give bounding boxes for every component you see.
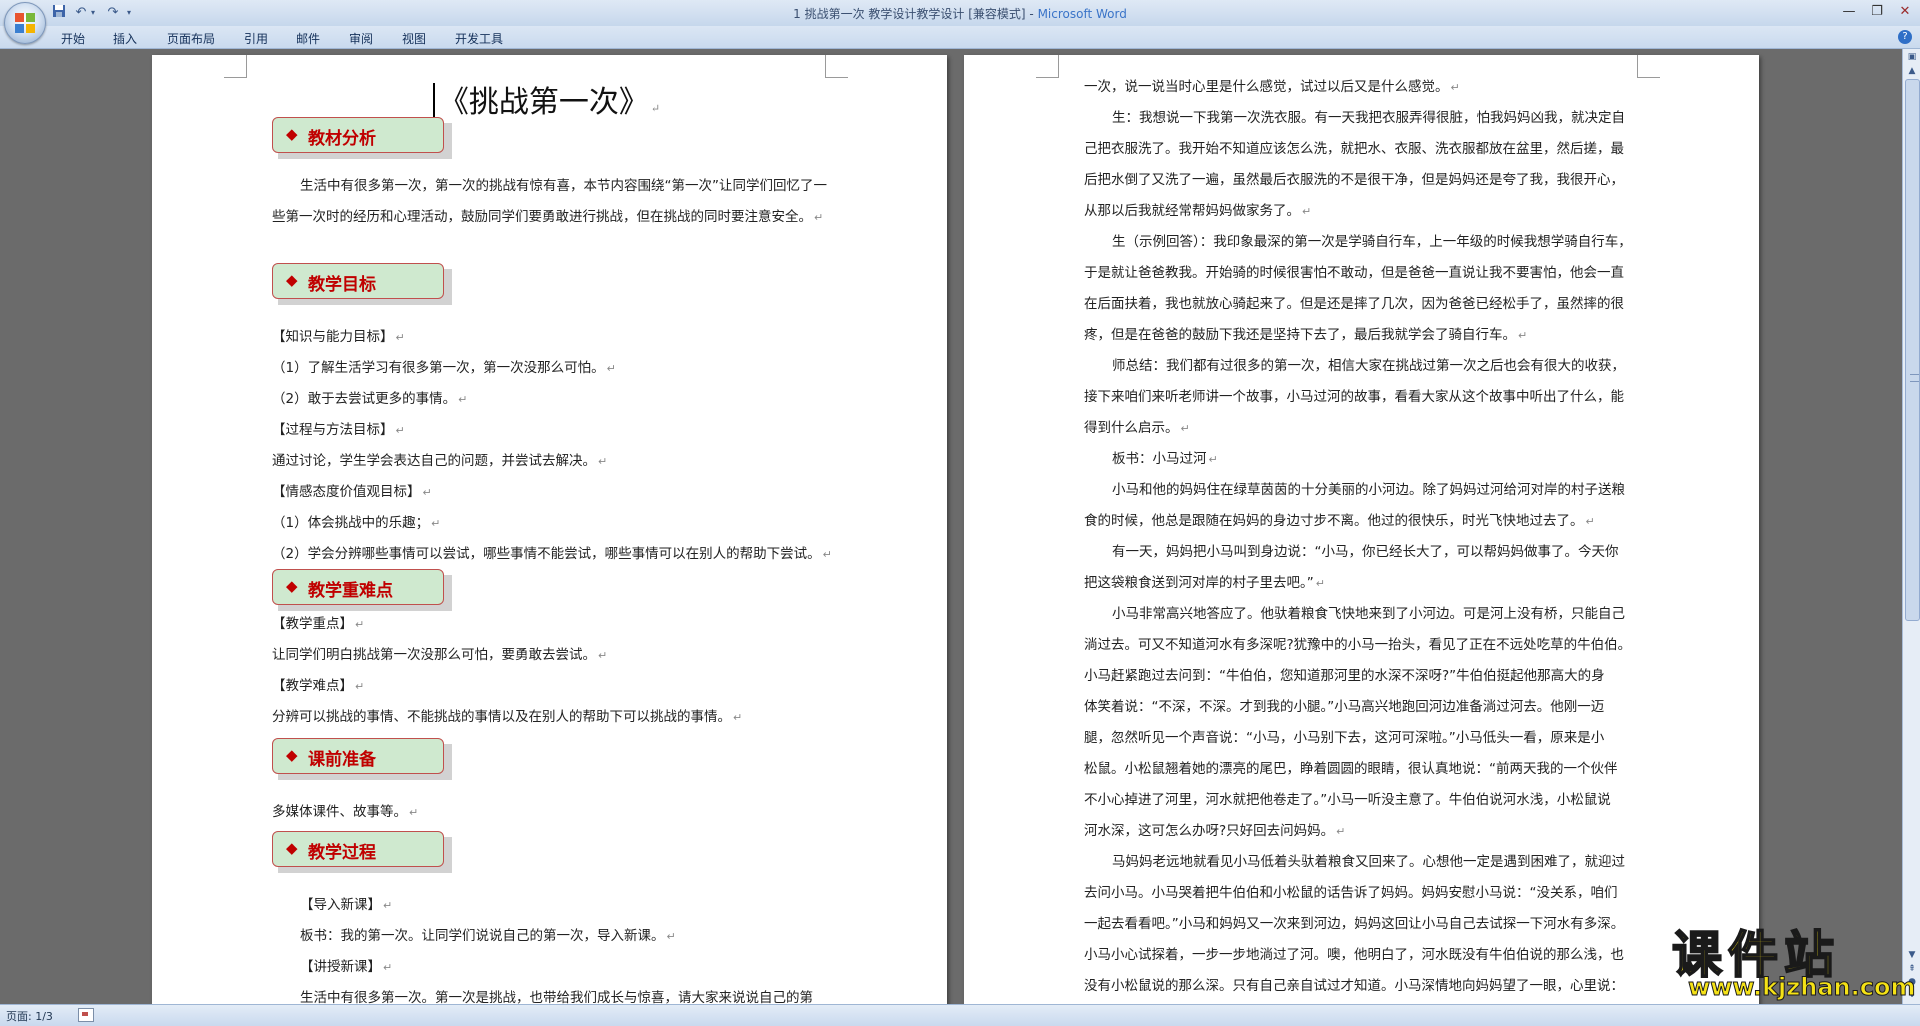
watermark-url: www.kjzhan.com [1687,973,1916,1002]
text-line: 把这袋粮食送到河对岸的村子里去吧。” ↵ [1084,575,1325,591]
goals-line: （1）了解生活学习有很多第一次，第一次没那么可怕。 ↵ [272,360,616,376]
process-line: 板书：我的第一次。让同学们说说自己的第一次，导入新课。 ↵ [300,928,676,944]
restore-icon[interactable]: ❐ [1864,2,1890,22]
diamond-bullet-icon: ◆ [286,746,298,764]
text-line: 河水深，这可怎么办呀?只好回去问妈妈。 ↵ [1084,823,1346,839]
goals-line: （2）敢于去尝试更多的事情。 ↵ [272,391,468,407]
tab-review[interactable]: 审阅 [349,30,373,47]
crop-mark [1637,55,1660,78]
text-line: 松鼠。小松鼠翘着她的漂亮的尾巴，睁着圆圆的眼睛，很认真地说：“前两天我的一个伙伴 [1084,761,1618,777]
tab-page-layout[interactable]: 页面布局 [167,30,215,47]
ribbon-tabs: 开始 插入 页面布局 引用 邮件 审阅 视图 开发工具 ? [0,26,1920,49]
document-heading: 《挑战第一次》 ↵ [438,85,661,120]
site-watermark: 课件站 www.kjzhan.com [1671,915,1916,1003]
goals-line: 【知识与能力目标】 ↵ [272,329,405,345]
goals-line: （1）体会挑战中的乐趣； ↵ [272,515,441,531]
app-name: Microsoft Word [1037,7,1127,21]
text-line: 生：我想说一下我第一次洗衣服。有一天我把衣服弄得很脏，怕我妈妈凶我，就决定自 [1112,110,1625,126]
text-line: 接下来咱们来听老师讲一个故事，小马过河的故事，看看大家从这个故事中听出了什么，能 [1084,389,1624,405]
text-line: 从那以后我就经常帮妈妈做家务了。 ↵ [1084,203,1312,219]
keypoints-line: 【教学重点】 ↵ [272,616,365,632]
title-bar: ↶ ▾ ↷ ▾ 1 挑战第一次 教学设计教学设计 [兼容模式] - Micros… [0,0,1920,44]
text-line: 板书：小马过河 ↵ [1112,451,1218,467]
section-heading-analysis: ◆ 教材分析 [272,117,452,159]
process-line: 生活中有很多第一次。第一次是挑战，也带给我们成长与惊喜，请大家来说说自己的第 [300,990,813,1004]
scroll-up-icon[interactable]: ▲ [1906,65,1918,77]
scrollbar-thumb[interactable] [1905,79,1920,621]
help-icon[interactable]: ? [1898,30,1912,44]
section-label: 教材分析 [308,129,376,149]
text-line: 得到什么启示。 ↵ [1084,420,1190,436]
text-line: 在后面扶着，我也就放心骑起来了。但是还是摔了几次，因为爸爸已经松手了，虽然摔的很 [1084,296,1624,312]
goals-line: 通过讨论，学生学会表达自己的问题，并尝试去解决。 ↵ [272,453,608,469]
office-button[interactable] [4,2,46,44]
ruler-toggle-icon[interactable]: ▣ [1906,51,1918,63]
office-logo-icon [15,13,35,33]
keypoints-line: 分辨可以挑战的事情、不能挑战的事情以及在别人的帮助下可以挑战的事情。 ↵ [272,709,743,725]
paragraph-analysis: 生活中有很多第一次，第一次的挑战有惊有喜，本节内容围绕“第一次”让同学们回忆了一… [272,178,827,225]
section-label: 教学目标 [308,275,376,295]
text-line: 小马赶紧跑过去问到：“牛伯伯，您知道那河里的水深不深呀?”牛伯伯挺起他那高大的身 [1084,668,1605,684]
text-line: 生（示例回答）：我印象最深的第一次是学骑自行车，上一年级的时候我想学骑自行车， [1112,234,1632,250]
tab-references[interactable]: 引用 [244,30,268,47]
section-heading-process: ◆ 教学过程 [272,831,452,873]
text-line: 一次，说一说当时心里是什么感觉，试过以后又是什么感觉。 ↵ [1084,79,1460,95]
text-line: 小马小心试探着，一步一步地淌过了河。噢，他明白了，河水既没有牛伯伯说的那么浅，也 [1084,947,1624,963]
text-line: 小马非常高兴地答应了。他驮着粮食飞快地来到了小河边。可是河上没有桥，只能自己 [1112,606,1625,622]
goals-line: 【过程与方法目标】 ↵ [272,422,405,438]
diamond-bullet-icon: ◆ [286,125,298,143]
window-title: 1 挑战第一次 教学设计教学设计 [兼容模式] - Microsoft Word [0,5,1920,22]
process-line: 【导入新课】 ↵ [300,897,393,913]
goals-line: 【情感态度价值观目标】 ↵ [272,484,432,500]
status-bar: 页面: 1/3 [0,1004,1920,1026]
text-line: 不小心掉进了河里，河水就把他卷走了。”小马一听没主意了。牛伯伯说河水浅，小松鼠说 [1084,792,1611,808]
crop-mark [1036,55,1059,78]
vertical-scrollbar[interactable]: ▣ ▲ ▼ ⇞ ● ⇟ [1902,49,1920,1004]
crop-mark [825,55,848,78]
diamond-bullet-icon: ◆ [286,839,298,857]
close-icon[interactable]: ✕ [1892,2,1918,22]
text-line: 己把衣服洗了。我开始不知道应该怎么洗，就把水、衣服、洗衣服都放在盆里，然后搓，最 [1084,141,1624,157]
text-line: 一起去看看吧。”小马和妈妈又一次来到河边，妈妈这回让小马自己去试探一下河水有多深… [1084,916,1625,932]
tab-mailings[interactable]: 邮件 [296,30,320,47]
text-line: 淌过去。可又不知道河水有多深呢?犹豫中的小马一抬头，看见了正在不远处吃草的牛伯伯… [1084,637,1632,653]
keypoints-line: 让同学们明白挑战第一次没那么可怕，要勇敢去尝试。 ↵ [272,647,608,663]
text-line: 后把水倒了又洗了一遍，虽然最后衣服洗的不是很干净，但是妈妈还是夸了我，我很开心， [1084,172,1624,188]
section-label: 教学重难点 [308,581,393,601]
document-page-1[interactable]: 《挑战第一次》 ↵ ◆ 教材分析 生活中有很多第一次，第一次的挑战有惊有喜，本节内… [152,55,947,1004]
minimize-icon[interactable]: — [1836,2,1862,22]
text-line: 没有小松鼠说的那么深。只有自己亲自试过才知道。小马深情地向妈妈望了一眼，心里说： [1084,978,1624,994]
text-line: 去问小马。小马哭着把牛伯伯和小松鼠的话告诉了妈妈。妈妈安慰小马说：“没关系，咱们 [1084,885,1618,901]
document-workspace: 《挑战第一次》 ↵ ◆ 教材分析 生活中有很多第一次，第一次的挑战有惊有喜，本节内… [0,49,1902,1004]
text-line: 食的时候，他总是跟随在妈妈的身边寸步不离。他过的很快乐，时光飞快地过去了。 ↵ [1084,513,1595,529]
preparation-line: 多媒体课件、故事等。 ↵ [272,804,419,820]
diamond-bullet-icon: ◆ [286,577,298,595]
tab-home[interactable]: 开始 [61,30,85,47]
section-heading-goals: ◆ 教学目标 [272,263,452,305]
document-name: 1 挑战第一次 教学设计教学设计 [兼容模式] - [793,7,1038,21]
text-line: 小马和他的妈妈住在绿草茵茵的十分美丽的小河边。除了妈妈过河给河对岸的村子送粮 [1112,482,1625,498]
section-heading-preparation: ◆ 课前准备 [272,738,452,780]
page-count[interactable]: 页面: 1/3 [6,1008,53,1024]
tab-developer[interactable]: 开发工具 [455,30,503,47]
text-line: 于是就让爸爸教我。开始骑的时候很害怕不敢动，但是爸爸一直说让我不要害怕，他会一直 [1084,265,1624,281]
section-label: 课前准备 [308,750,376,770]
text-line: 腿，忽然听见一个声音说：“小马，小马别下去，这河可深啦。”小马低头一看，原来是小 [1084,730,1605,746]
document-page-2[interactable]: 一次，说一说当时心里是什么感觉，试过以后又是什么感觉。 ↵ 生：我想说一下我第一次… [964,55,1759,1004]
keypoints-line: 【教学难点】 ↵ [272,678,365,694]
process-line: 【讲授新课】 ↵ [300,959,393,975]
text-line: 师总结：我们都有过很多的第一次，相信大家在挑战过第一次之后也会有很大的收获， [1112,358,1625,374]
proofing-icon[interactable] [78,1008,94,1022]
section-label: 教学过程 [308,843,376,863]
text-line: 疼，但是在爸爸的鼓励下我还是坚持下去了，最后我就学会了骑自行车。 ↵ [1084,327,1528,343]
tab-view[interactable]: 视图 [402,30,426,47]
text-line: 马妈妈老远地就看见小马低着头驮着粮食又回来了。心想他一定是遇到困难了，就迎过 [1112,854,1625,870]
text-line: 体笑着说：“不深，不深。才到我的小腿。”小马高兴地跑回河边准备淌过河去。他刚一迈 [1084,699,1605,715]
text-line: 有一天，妈妈把小马叫到身边说：“小马，你已经长大了，可以帮妈妈做事了。今天你 [1112,544,1619,560]
tab-insert[interactable]: 插入 [113,30,137,47]
section-heading-keypoints: ◆ 教学重难点 [272,569,452,611]
crop-mark [224,55,247,78]
diamond-bullet-icon: ◆ [286,271,298,289]
goals-line: （2）学会分辨哪些事情可以尝试，哪些事情不能尝试，哪些事情可以在别人的帮助下尝试… [272,546,832,562]
